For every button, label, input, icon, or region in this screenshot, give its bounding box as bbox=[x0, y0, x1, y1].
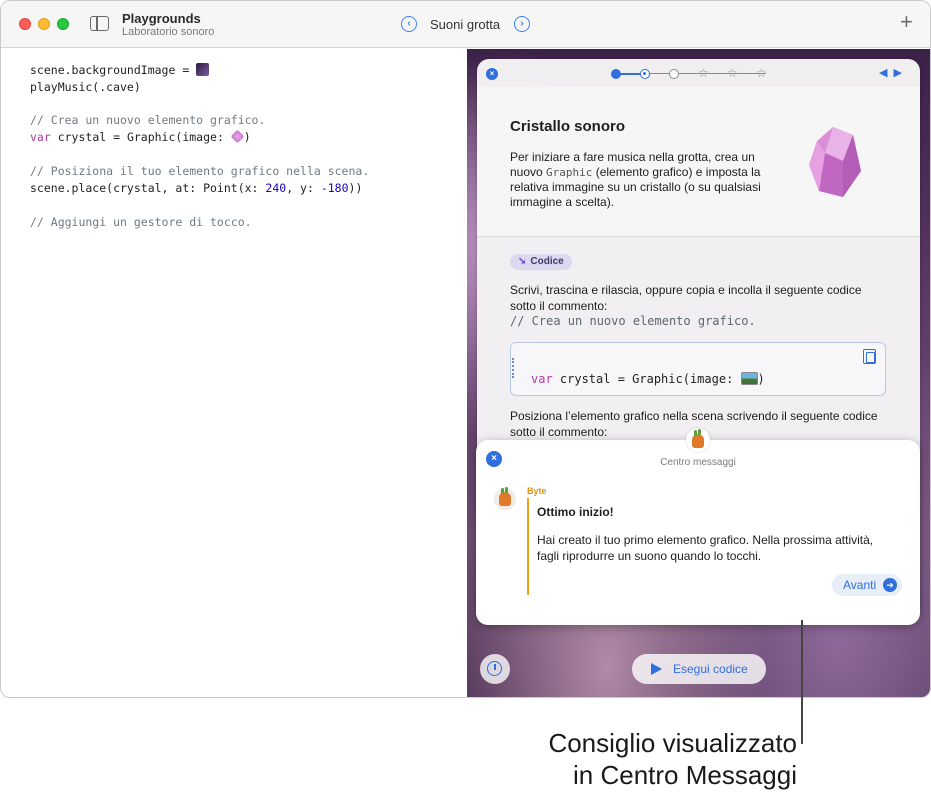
byte-avatar bbox=[494, 487, 516, 510]
step-dot-current[interactable] bbox=[640, 69, 650, 79]
code-editor[interactable]: scene.backgroundImage = playMusic(.cave)… bbox=[1, 49, 466, 697]
close-icon[interactable]: × bbox=[486, 68, 498, 80]
code-comment[interactable]: // Posiziona il tuo elemento grafico nel… bbox=[30, 163, 369, 179]
message-body: Hai creato il tuo primo elemento grafico… bbox=[537, 533, 874, 563]
message-center-panel: × Centro messaggi Byte Ottimo inizio! Ha… bbox=[476, 440, 920, 625]
snippet-code[interactable]: var crystal = Graphic(image: ) bbox=[531, 372, 765, 386]
triangle-right-icon[interactable]: ▶ bbox=[893, 67, 907, 79]
crystal-icon bbox=[809, 127, 861, 197]
byte-character-icon bbox=[692, 429, 704, 448]
zoom-window-button[interactable] bbox=[57, 18, 69, 30]
image-token-icon[interactable] bbox=[740, 372, 758, 385]
code-snippet[interactable]: var crystal = Graphic(image: ) bbox=[510, 342, 886, 396]
app-title: Playgrounds bbox=[122, 11, 201, 26]
titlebar: Playgrounds Laboratorio sonoro ‹ Suoni g… bbox=[1, 1, 930, 48]
code-comment[interactable]: // Aggiungi un gestore di tocco. bbox=[30, 214, 252, 230]
run-code-button[interactable]: Esegui codice bbox=[632, 654, 766, 684]
code-line[interactable]: scene.backgroundImage = bbox=[30, 62, 210, 78]
message-heading: Ottimo inizio! bbox=[537, 505, 614, 519]
instruction-text: Scrivi, trascina e rilascia, oppure copi… bbox=[510, 283, 862, 313]
message-accent-rule bbox=[527, 498, 529, 595]
page-title: Suoni grotta bbox=[430, 17, 501, 32]
step-progress: ☆ ☆ ☆ bbox=[611, 66, 771, 81]
star-icon[interactable]: ☆ bbox=[727, 66, 738, 80]
target-comment: // Crea un nuovo elemento grafico. bbox=[510, 314, 756, 328]
cave-image-token-icon[interactable] bbox=[196, 63, 210, 76]
code-line[interactable]: var crystal = Graphic(image: ) bbox=[30, 129, 251, 145]
page-arrows: ◀▶ bbox=[879, 66, 908, 79]
plus-icon[interactable]: + bbox=[900, 11, 913, 33]
play-icon bbox=[651, 663, 662, 675]
star-icon[interactable]: ☆ bbox=[698, 66, 709, 80]
sidebar-toggle-icon[interactable] bbox=[90, 16, 109, 31]
byte-character-icon bbox=[499, 487, 511, 506]
triangle-left-icon[interactable]: ◀ bbox=[879, 67, 893, 79]
chevron-right-icon[interactable]: › bbox=[514, 16, 530, 32]
app-subtitle: Laboratorio sonoro bbox=[122, 26, 215, 38]
guide-heading: Cristallo sonoro bbox=[510, 118, 626, 135]
sender-name: Byte bbox=[527, 486, 547, 496]
step-dot-completed[interactable] bbox=[611, 69, 621, 79]
arrow-right-icon: ➜ bbox=[883, 578, 897, 592]
code-line[interactable]: playMusic(.cave) bbox=[30, 79, 141, 95]
callout-line bbox=[801, 620, 803, 744]
code-badge: ➘ Codice bbox=[510, 254, 572, 270]
code-comment[interactable]: // Crea un nuovo elemento grafico. bbox=[30, 112, 265, 128]
step-dot[interactable] bbox=[669, 69, 679, 79]
speed-meter-icon[interactable] bbox=[480, 654, 510, 684]
drag-handle-icon[interactable] bbox=[512, 358, 517, 378]
chevron-left-icon[interactable]: ‹ bbox=[401, 16, 417, 32]
copy-icon[interactable] bbox=[863, 349, 876, 364]
callout-label: Consiglio visualizzato in Centro Messaggi bbox=[548, 728, 797, 790]
swift-icon: ➘ bbox=[518, 256, 527, 267]
byte-avatar bbox=[686, 428, 710, 452]
next-button[interactable]: Avanti ➜ bbox=[832, 574, 902, 596]
star-icon[interactable]: ☆ bbox=[756, 66, 767, 80]
crystal-image-token-icon[interactable] bbox=[230, 129, 245, 144]
code-line[interactable]: scene.place(crystal, at: Point(x: 240, y… bbox=[30, 180, 362, 196]
minimize-window-button[interactable] bbox=[38, 18, 50, 30]
message-center-title: Centro messaggi bbox=[660, 457, 736, 468]
close-window-button[interactable] bbox=[19, 18, 31, 30]
guide-intro: Per iniziare a fare musica nella grotta,… bbox=[510, 150, 761, 209]
